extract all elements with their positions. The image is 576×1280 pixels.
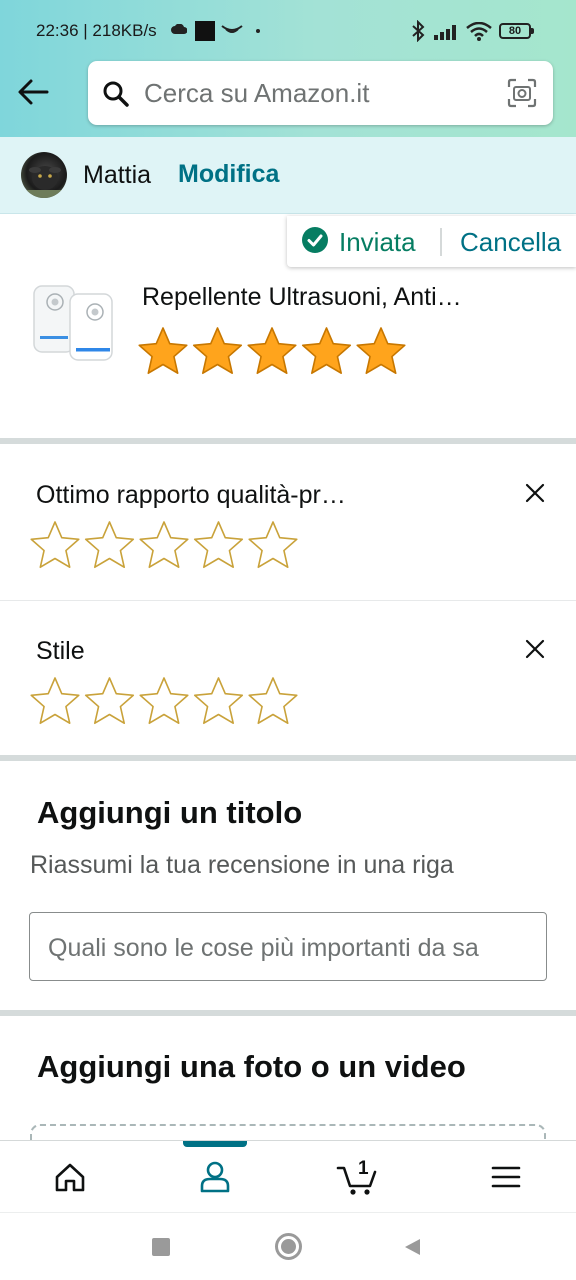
active-tab-indicator (183, 1141, 247, 1147)
account-row: Mattia Modifica (0, 137, 576, 214)
review-status-badge: Inviata Cancella (287, 216, 576, 267)
star-4[interactable] (193, 521, 244, 569)
star-2[interactable] (192, 327, 243, 375)
more-notifications-dot (256, 29, 260, 33)
badge-separator (440, 228, 442, 256)
section-divider (0, 438, 576, 444)
review-title-input[interactable]: Quali sono le cose più importanti da sa (29, 912, 547, 981)
sent-status-label: Inviata (339, 227, 416, 257)
star-1[interactable] (138, 327, 188, 375)
cloud-icon (171, 24, 187, 34)
star-5[interactable] (248, 521, 298, 569)
section-divider (0, 1010, 576, 1016)
home-icon[interactable] (40, 1155, 100, 1199)
avatar (21, 152, 67, 198)
home-button[interactable] (275, 1233, 302, 1260)
top-header: 22:36 | 218KB/s 80 Cerca su Amazon.it (0, 0, 576, 137)
bluetooth-icon (412, 20, 425, 42)
star-4[interactable] (301, 327, 352, 375)
status-bar: 22:36 | 218KB/s 80 (0, 0, 576, 62)
attribute-rating-stars[interactable] (28, 676, 300, 730)
avatar-image (21, 166, 67, 198)
star-1[interactable] (30, 521, 80, 569)
back-triangle-icon[interactable] (402, 1237, 422, 1257)
star-3[interactable] (139, 677, 189, 725)
section-divider (0, 755, 576, 761)
battery-icon: 80 (499, 23, 534, 39)
star-4[interactable] (193, 677, 244, 725)
check-circle-icon (302, 227, 328, 253)
product-title: Repellente Ultrasuoni, Anti… (142, 283, 462, 311)
add-title-heading: Aggiungi un titolo (37, 795, 303, 830)
star-3[interactable] (247, 327, 297, 375)
overall-rating-stars[interactable] (136, 326, 408, 378)
search-input[interactable]: Cerca su Amazon.it (144, 78, 369, 109)
back-arrow-icon[interactable] (16, 76, 50, 108)
search-icon (103, 81, 129, 107)
star-2[interactable] (84, 521, 135, 569)
search-bar[interactable]: Cerca su Amazon.it (88, 61, 553, 125)
star-3[interactable] (139, 521, 189, 569)
wifi-icon (466, 22, 492, 41)
menu-icon[interactable] (476, 1155, 536, 1199)
attribute-rating-stars[interactable] (28, 520, 300, 574)
account-icon[interactable] (185, 1155, 245, 1199)
star-5[interactable] (248, 677, 298, 725)
system-navigation-bar (0, 1212, 576, 1280)
notification-square-icon (195, 21, 215, 41)
bottom-navigation (0, 1140, 576, 1212)
signal-icon (434, 25, 456, 40)
add-title-subheading: Riassumi la tua recensione in una riga (30, 851, 454, 879)
cart-count-badge: 1 (358, 1158, 369, 1179)
row-divider (0, 600, 576, 601)
star-5[interactable] (356, 327, 406, 375)
recents-button[interactable] (152, 1238, 170, 1256)
star-2[interactable] (84, 677, 135, 725)
cancel-button[interactable]: Cancella (460, 227, 561, 258)
camera-scan-icon[interactable] (507, 78, 537, 108)
product-image (33, 285, 113, 361)
account-name: Mattia (83, 161, 152, 189)
attribute-label: Ottimo rapporto qualità-pr… (36, 481, 346, 509)
close-icon[interactable] (524, 638, 546, 660)
review-title-placeholder: Quali sono le cose più importanti da sa (48, 934, 479, 962)
edit-account-link[interactable]: Modifica (178, 160, 279, 189)
close-icon[interactable] (524, 482, 546, 504)
status-time: 22:36 | 218KB/s (36, 21, 157, 40)
star-1[interactable] (30, 677, 80, 725)
attribute-label: Stile (36, 637, 85, 665)
notification-wave-icon (221, 25, 243, 33)
add-media-heading: Aggiungi una foto o un video (37, 1049, 466, 1084)
